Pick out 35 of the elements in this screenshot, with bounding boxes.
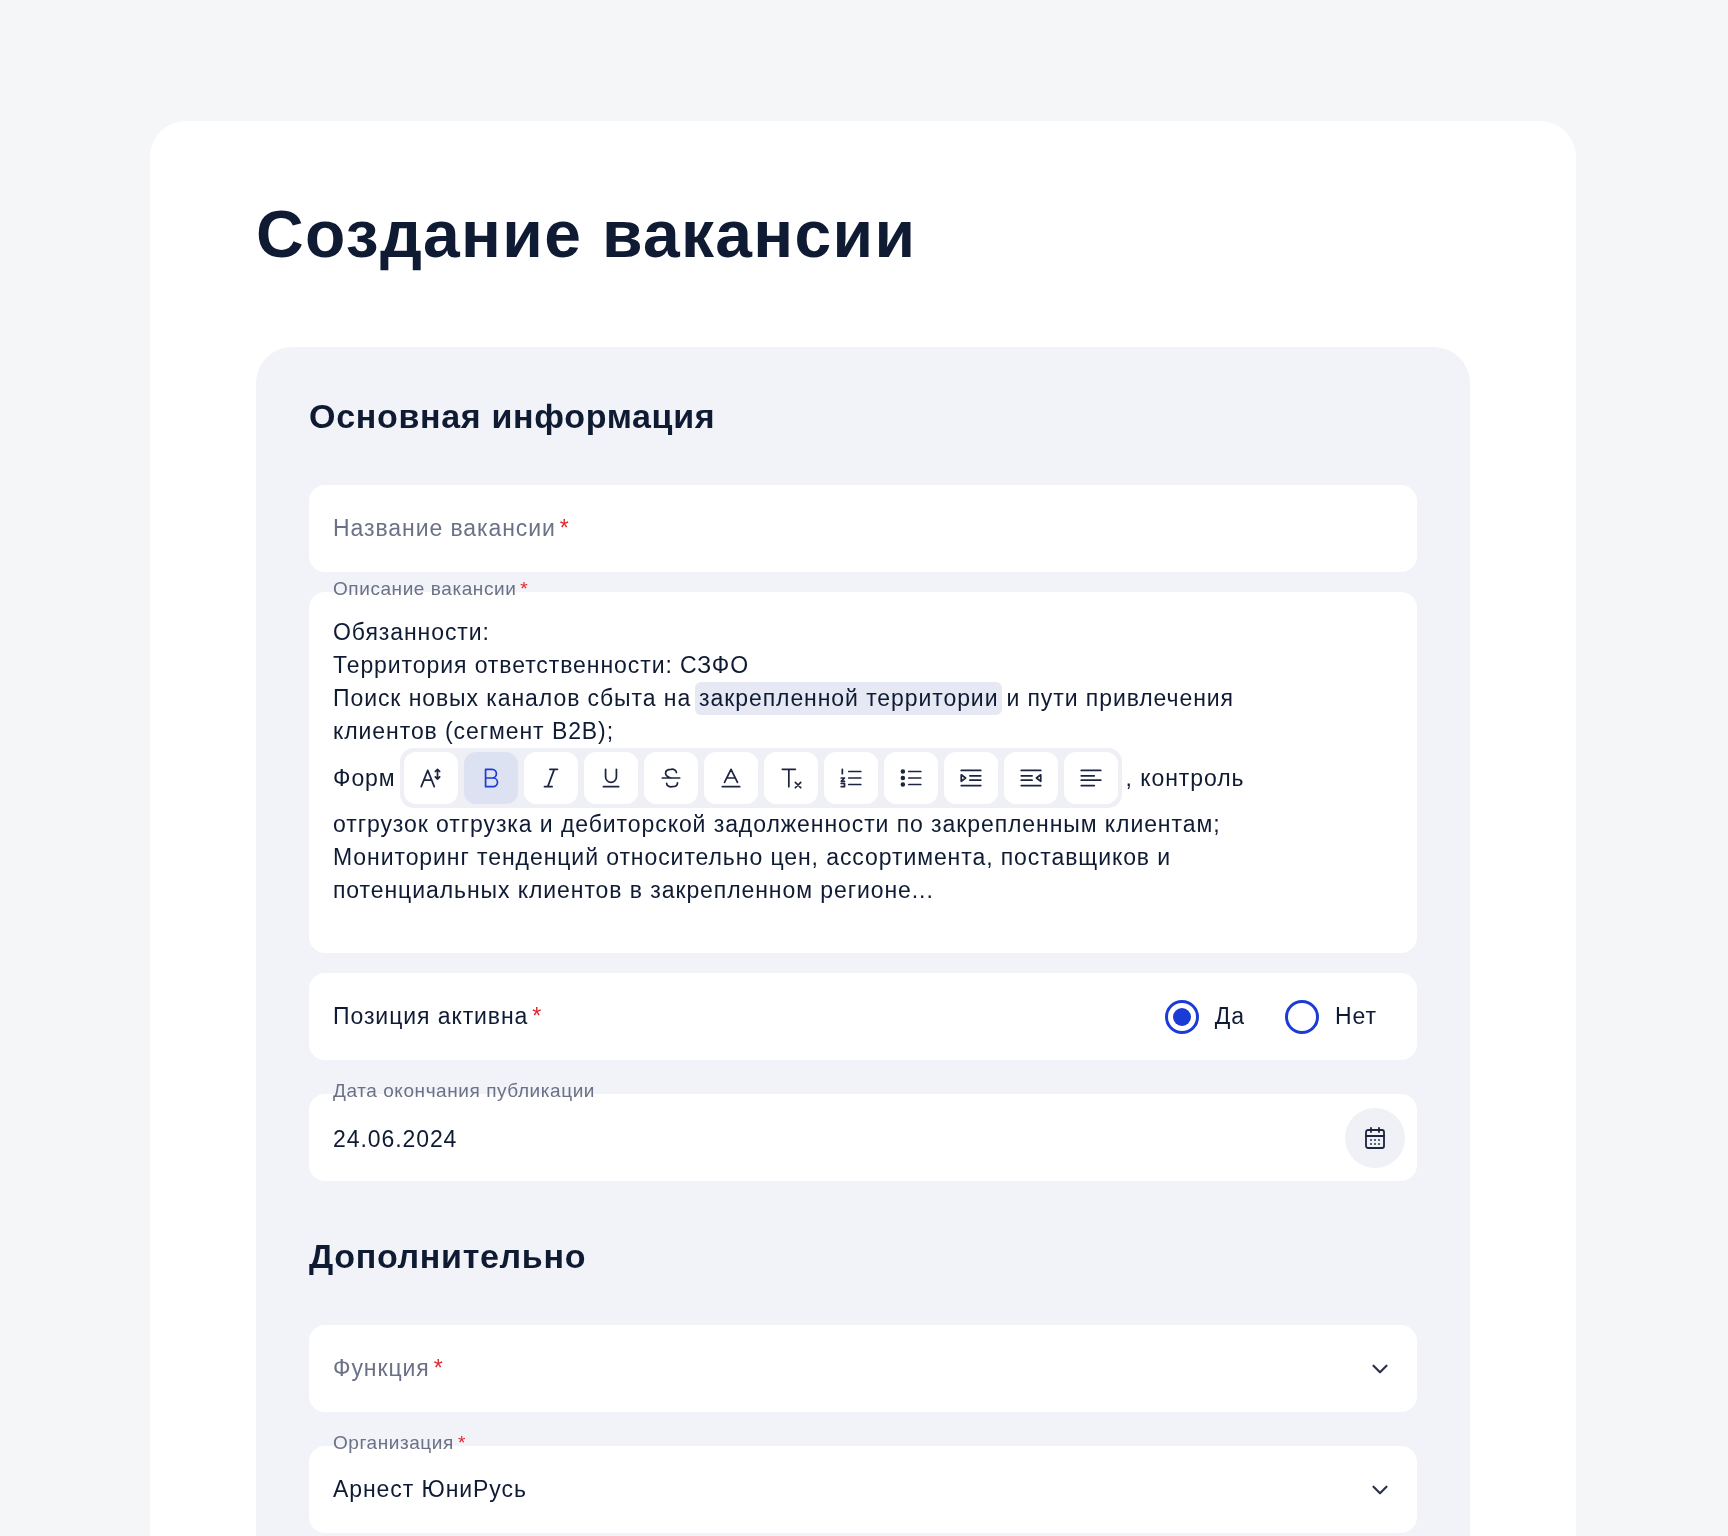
- calendar-icon: [1363, 1125, 1387, 1150]
- select-field[interactable]: Функция *: [309, 1325, 1417, 1412]
- format-button[interactable]: [823, 752, 878, 804]
- font-size-icon: [417, 765, 444, 791]
- format-button[interactable]: [703, 752, 758, 804]
- format-button[interactable]: [403, 752, 458, 804]
- description-text: Мониторинг тенденций относительно цен, ассортимента, поставщиков и: [333, 843, 1172, 872]
- date-value: 24.06.2024: [333, 1125, 458, 1155]
- description-text: потенциальных клиентов в закрепленном регионе...: [333, 876, 934, 905]
- radio-option[interactable]: Да: [1164, 999, 1246, 1034]
- highlighted-text: закрепленной территории: [695, 682, 1003, 715]
- format-button[interactable]: [883, 752, 938, 804]
- radio-button[interactable]: [1164, 999, 1199, 1034]
- field-label: Позиция активна: [333, 1002, 529, 1032]
- description-text: Форм: [333, 763, 396, 793]
- format-button[interactable]: [1063, 752, 1118, 804]
- description-text: Обязанности:: [333, 618, 490, 647]
- description-text: клиентов (сегмент B2B);: [333, 717, 614, 746]
- format-button[interactable]: [943, 752, 998, 804]
- select-value: Арнест ЮниРусь: [333, 1475, 527, 1505]
- description-text: Поиск новых каналов сбыта на: [333, 684, 692, 713]
- required-mark: *: [520, 579, 529, 598]
- radio-button[interactable]: [1285, 999, 1320, 1034]
- section-title: Основная информация: [309, 399, 717, 433]
- description-text: отгрузок отгрузка и дебиторской задолженности по закрепленным клиентам;: [333, 810, 1221, 839]
- description-text: , контроль: [1125, 763, 1245, 793]
- field-label: Описание вакансии: [333, 579, 517, 598]
- section-title: Дополнительно: [309, 1239, 588, 1273]
- format-button[interactable]: [1003, 752, 1058, 804]
- description-text: Территория ответственности: СЗФО: [333, 651, 750, 680]
- radio-option[interactable]: Нет: [1285, 999, 1377, 1034]
- required-mark: *: [532, 1002, 543, 1032]
- format-button[interactable]: [643, 752, 698, 804]
- vacancy-title-field[interactable]: Название вакансии *: [309, 485, 1417, 572]
- description-text: и пути привлечения: [1006, 684, 1234, 713]
